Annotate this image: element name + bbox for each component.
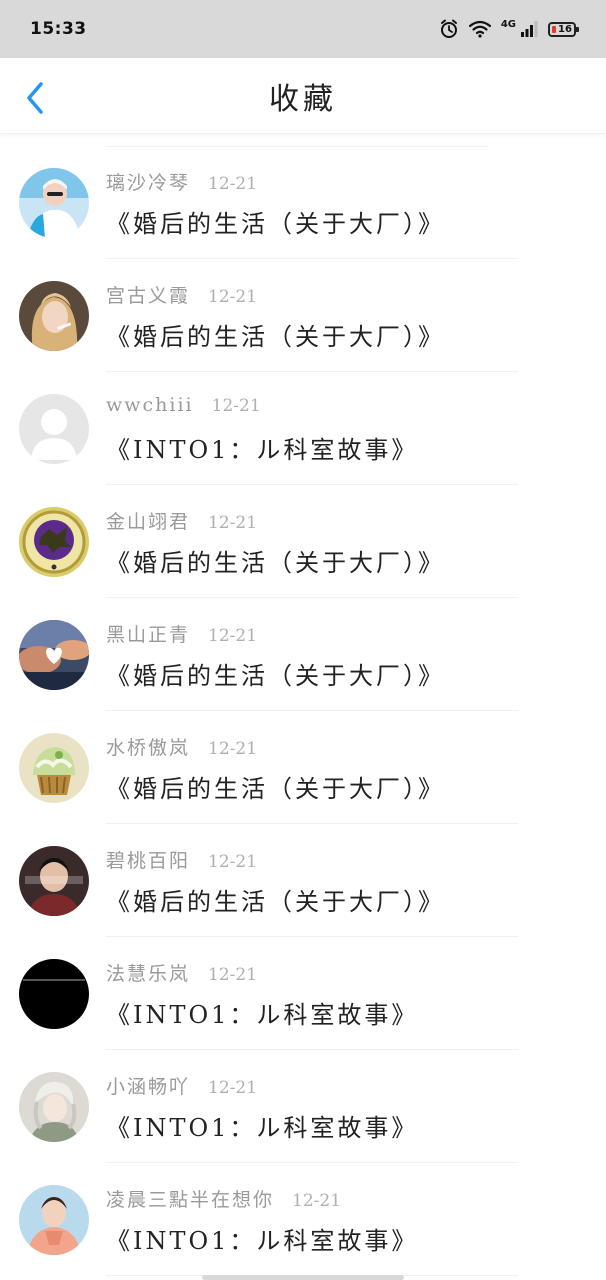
item-text: 小涵畅吖 12-21 《INTO1：ル科室故事》: [106, 1072, 586, 1143]
date-label: 12-21: [208, 852, 258, 872]
item-text: 法慧乐岚 12-21 《INTO1：ル科室故事》: [106, 959, 586, 1030]
back-button[interactable]: [18, 78, 52, 118]
meta-line: 凌晨三點半在想你 12-21: [106, 1185, 586, 1213]
favorite-title[interactable]: 《INTO1：ル科室故事》: [106, 995, 586, 1030]
favorite-title[interactable]: 《婚后的生活（关于大厂）》: [106, 656, 586, 691]
item-text: wwchiii 12-21 《INTO1：ル科室故事》: [106, 394, 586, 465]
list-item[interactable]: 小涵畅吖 12-21 《INTO1：ル科室故事》: [0, 1050, 606, 1163]
avatar[interactable]: [19, 281, 89, 351]
author-name[interactable]: 法慧乐岚: [106, 959, 190, 986]
avatar[interactable]: [19, 733, 89, 803]
author-name[interactable]: 金山翊君: [106, 507, 190, 534]
list-item[interactable]: 碧桃百阳 12-21 《婚后的生活（关于大厂）》: [0, 824, 606, 937]
author-name[interactable]: 碧桃百阳: [106, 846, 190, 873]
favorite-title[interactable]: 《婚后的生活（关于大厂）》: [106, 317, 586, 352]
list-item[interactable]: 金山翊君 12-21 《婚后的生活（关于大厂）》: [0, 485, 606, 598]
list-item[interactable]: 黑山正青 12-21 《婚后的生活（关于大厂）》: [0, 598, 606, 711]
favorite-title[interactable]: 《婚后的生活（关于大厂）》: [106, 769, 586, 804]
meta-line: 金山翊君 12-21: [106, 507, 586, 535]
author-name[interactable]: 凌晨三點半在想你: [106, 1185, 274, 1212]
favorites-list: 璃沙冷琴 12-21 《婚后的生活（关于大厂）》 宫古义霞 12-21 《婚后的…: [0, 146, 606, 1276]
item-text: 璃沙冷琴 12-21 《婚后的生活（关于大厂）》: [106, 168, 586, 239]
list-item[interactable]: 法慧乐岚 12-21 《INTO1：ル科室故事》: [0, 937, 606, 1050]
chevron-left-icon: [27, 82, 43, 114]
status-icons: 4G 16: [439, 18, 579, 39]
avatar[interactable]: [19, 507, 89, 577]
avatar[interactable]: [19, 846, 89, 916]
list-item[interactable]: wwchiii 12-21 《INTO1：ル科室故事》: [0, 372, 606, 485]
item-text: 宫古义霞 12-21 《婚后的生活（关于大厂）》: [106, 281, 586, 352]
author-name[interactable]: 璃沙冷琴: [106, 168, 190, 195]
author-name[interactable]: 小涵畅吖: [106, 1072, 190, 1099]
favorite-title[interactable]: 《INTO1：ル科室故事》: [106, 1108, 586, 1143]
item-text: 水桥傲岚 12-21 《婚后的生活（关于大厂）》: [106, 733, 586, 804]
list-item[interactable]: 宫古义霞 12-21 《婚后的生活（关于大厂）》: [0, 259, 606, 372]
battery-icon: 16: [548, 21, 579, 37]
avatar[interactable]: [19, 620, 89, 690]
default-avatar-icon[interactable]: [19, 394, 89, 464]
meta-line: 小涵畅吖 12-21: [106, 1072, 586, 1100]
meta-line: 碧桃百阳 12-21: [106, 846, 586, 874]
date-label: 12-21: [208, 287, 258, 307]
battery-level: 16: [558, 23, 572, 35]
list-item[interactable]: 璃沙冷琴 12-21 《婚后的生活（关于大厂）》: [0, 146, 606, 259]
list-item[interactable]: 水桥傲岚 12-21 《婚后的生活（关于大厂）》: [0, 711, 606, 824]
author-name[interactable]: wwchiii: [106, 394, 194, 416]
date-label: 12-21: [208, 626, 258, 646]
date-label: 12-21: [208, 739, 258, 759]
date-label: 12-21: [292, 1191, 342, 1211]
item-text: 黑山正青 12-21 《婚后的生活（关于大厂）》: [106, 620, 586, 691]
meta-line: 法慧乐岚 12-21: [106, 959, 586, 987]
page-title: 收藏: [269, 81, 337, 117]
meta-line: wwchiii 12-21: [106, 394, 586, 422]
meta-line: 璃沙冷琴 12-21: [106, 168, 586, 196]
list-item[interactable]: 凌晨三點半在想你 12-21 《INTO1：ル科室故事》: [0, 1163, 606, 1276]
item-text: 凌晨三點半在想你 12-21 《INTO1：ル科室故事》: [106, 1185, 586, 1256]
author-name[interactable]: 水桥傲岚: [106, 733, 190, 760]
avatar[interactable]: [19, 168, 89, 238]
meta-line: 黑山正青 12-21: [106, 620, 586, 648]
favorite-title[interactable]: 《INTO1：ル科室故事》: [106, 1221, 586, 1256]
network-type: 4G: [500, 18, 516, 30]
date-label: 12-21: [208, 174, 258, 194]
signal-icon: [520, 20, 538, 38]
date-label: 12-21: [211, 396, 261, 416]
date-label: 12-21: [208, 965, 258, 985]
alarm-icon: [439, 19, 459, 39]
avatar[interactable]: [19, 1072, 89, 1142]
home-indicator[interactable]: [202, 1275, 404, 1280]
avatar[interactable]: [19, 959, 89, 1029]
favorite-title[interactable]: 《婚后的生活（关于大厂）》: [106, 882, 586, 917]
status-time: 15:33: [30, 19, 87, 39]
navigation-header: 收藏: [0, 58, 606, 134]
author-name[interactable]: 黑山正青: [106, 620, 190, 647]
item-text: 碧桃百阳 12-21 《婚后的生活（关于大厂）》: [106, 846, 586, 917]
status-bar: 15:33 4G 16: [0, 0, 606, 58]
favorite-title[interactable]: 《婚后的生活（关于大厂）》: [106, 204, 586, 239]
favorite-title[interactable]: 《INTO1：ル科室故事》: [106, 430, 586, 465]
avatar[interactable]: [19, 1185, 89, 1255]
meta-line: 水桥傲岚 12-21: [106, 733, 586, 761]
wifi-icon: [468, 20, 491, 38]
item-text: 金山翊君 12-21 《婚后的生活（关于大厂）》: [106, 507, 586, 578]
date-label: 12-21: [208, 513, 258, 533]
meta-line: 宫古义霞 12-21: [106, 281, 586, 309]
favorite-title[interactable]: 《婚后的生活（关于大厂）》: [106, 543, 586, 578]
author-name[interactable]: 宫古义霞: [106, 281, 190, 308]
date-label: 12-21: [208, 1078, 258, 1098]
